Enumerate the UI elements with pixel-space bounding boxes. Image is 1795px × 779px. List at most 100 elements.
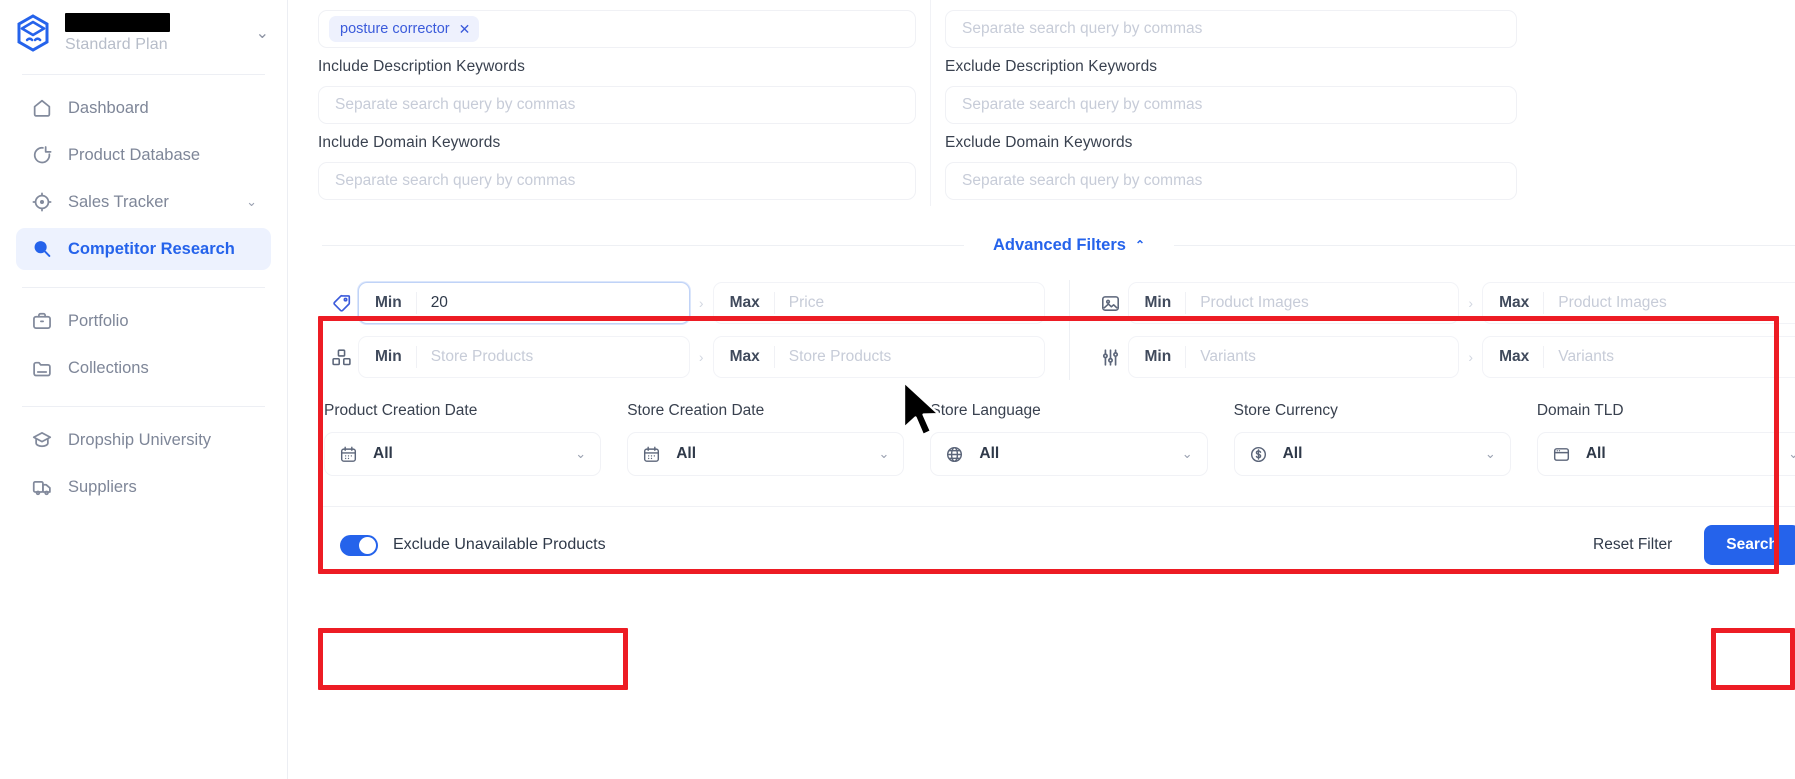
home-icon bbox=[30, 96, 54, 120]
keyword-chip[interactable]: posture corrector ✕ bbox=[329, 16, 480, 42]
field-label: Include Description Keywords bbox=[318, 58, 525, 75]
exclude-domain-keywords-input[interactable]: Separate search query by commas bbox=[945, 162, 1517, 200]
price-min-value: 20 bbox=[430, 294, 448, 311]
selected-value: All bbox=[1282, 445, 1303, 462]
chevron-up-icon: ⌃ bbox=[1134, 238, 1146, 252]
sidebar: Nexus Optim Standard Plan ⌄ Dashboard Pr… bbox=[0, 0, 288, 779]
store-creation-date-select[interactable]: All ⌄ bbox=[627, 432, 905, 476]
keyword-filters-grid: Include Title Keywords posture corrector… bbox=[304, 0, 1795, 210]
sidebar-item-label: Dropship University bbox=[68, 430, 212, 449]
exclude-description-keywords-input[interactable]: Separate search query by commas bbox=[945, 86, 1517, 124]
domain-tld-filter: Domain TLD All ⌄ bbox=[1536, 402, 1795, 476]
app-root: Nexus Optim Standard Plan ⌄ Dashboard Pr… bbox=[0, 0, 1795, 779]
product-creation-date-select[interactable]: All ⌄ bbox=[324, 432, 602, 476]
include-description-keywords-input[interactable]: Separate search query by commas bbox=[318, 86, 916, 124]
boxes-icon bbox=[324, 347, 358, 368]
sidebar-item-product-database[interactable]: Product Database bbox=[16, 134, 271, 176]
sidebar-item-label: Suppliers bbox=[68, 477, 137, 496]
min-label: Min bbox=[359, 346, 417, 368]
price-min-input[interactable]: Min 20 bbox=[358, 282, 690, 324]
sidebar-item-suppliers[interactable]: Suppliers bbox=[16, 466, 271, 508]
store-products-max-input[interactable]: Max Store Products bbox=[712, 336, 1045, 378]
field-label: Store Language bbox=[930, 402, 1041, 419]
min-label: Min bbox=[1129, 292, 1187, 314]
graduation-cap-icon bbox=[30, 428, 54, 452]
toggle-switch[interactable] bbox=[340, 534, 378, 556]
field-label: Exclude Domain Keywords bbox=[945, 134, 1133, 151]
browser-window-icon bbox=[1552, 445, 1574, 464]
advanced-filters-title: Advanced Filters bbox=[992, 235, 1126, 254]
profile-switcher[interactable]: Nexus Optim Standard Plan ⌄ bbox=[0, 0, 287, 66]
store-products-min-placeholder: Store Products bbox=[430, 348, 534, 365]
sidebar-item-sales-tracker[interactable]: Sales Tracker ⌄ bbox=[16, 181, 271, 223]
variants-max-input[interactable]: Max Variants bbox=[1482, 336, 1795, 378]
close-icon[interactable]: ✕ bbox=[459, 22, 471, 36]
calendar-icon bbox=[642, 445, 664, 464]
sidebar-item-portfolio[interactable]: Portfolio bbox=[16, 300, 271, 342]
max-label: Max bbox=[1483, 292, 1545, 314]
sidebar-divider bbox=[22, 74, 265, 75]
product-images-max-placeholder: Product Images bbox=[1558, 294, 1667, 311]
advanced-filters-toggle[interactable]: Advanced Filters ⌃ bbox=[982, 235, 1156, 255]
exclude-description-keywords-field: Exclude Description Keywords Separate se… bbox=[945, 58, 1517, 124]
min-label: Min bbox=[1129, 346, 1187, 368]
field-label: Include Domain Keywords bbox=[318, 134, 501, 151]
include-title-keywords-input[interactable]: posture corrector ✕ bbox=[318, 10, 916, 48]
reset-filter-button[interactable]: Reset Filter bbox=[1577, 526, 1689, 564]
range-column-left: Min 20 › Max Price Min Store Products › … bbox=[318, 276, 1051, 384]
chevron-down-icon[interactable]: ⌄ bbox=[249, 23, 269, 43]
field-label: Store Currency bbox=[1233, 402, 1338, 419]
target-icon bbox=[30, 190, 54, 214]
variants-min-input[interactable]: Min Variants bbox=[1127, 336, 1460, 378]
exclude-title-keywords-input[interactable]: Separate search query by commas bbox=[945, 10, 1517, 48]
app-logo-icon bbox=[14, 13, 52, 53]
exclude-domain-keywords-field: Exclude Domain Keywords Separate search … bbox=[945, 134, 1517, 200]
field-label: Store Creation Date bbox=[627, 402, 765, 419]
chevron-down-icon: ⌄ bbox=[575, 446, 587, 461]
sidebar-item-dashboard[interactable]: Dashboard bbox=[16, 87, 271, 129]
store-currency-filter: Store Currency All ⌄ bbox=[1233, 402, 1511, 476]
range-arrow-icon: › bbox=[698, 349, 704, 365]
filter-footer-bar: Exclude Unavailable Products Reset Filte… bbox=[318, 506, 1795, 583]
selected-value: All bbox=[1585, 445, 1606, 462]
calendar-icon bbox=[339, 445, 361, 464]
selected-value: All bbox=[676, 445, 697, 462]
domain-tld-select[interactable]: All ⌄ bbox=[1536, 432, 1795, 476]
profile-plan: Standard Plan bbox=[65, 35, 168, 53]
truck-icon bbox=[30, 475, 54, 499]
include-domain-keywords-field: Include Domain Keywords Separate search … bbox=[318, 134, 916, 200]
toggle-knob bbox=[359, 536, 376, 554]
chevron-down-icon[interactable]: ⌄ bbox=[246, 194, 257, 210]
field-label: Product Creation Date bbox=[324, 402, 478, 419]
globe-icon bbox=[945, 445, 967, 464]
store-products-range-row: Min Store Products › Max Store Products bbox=[324, 330, 1045, 384]
keyword-chip-label: posture corrector bbox=[340, 21, 450, 37]
profile-text: Nexus Optim Standard Plan bbox=[65, 12, 249, 54]
price-max-input[interactable]: Max Price bbox=[712, 282, 1045, 324]
sidebar-item-collections[interactable]: Collections bbox=[16, 347, 271, 389]
advanced-filters-section: Advanced Filters ⌃ Min 20 › Max Price Mi… bbox=[304, 224, 1795, 492]
sidebar-item-competitor-research[interactable]: Competitor Research bbox=[16, 228, 271, 270]
store-currency-select[interactable]: All ⌄ bbox=[1233, 432, 1511, 476]
store-language-select[interactable]: All ⌄ bbox=[930, 432, 1208, 476]
product-images-max-input[interactable]: Max Product Images bbox=[1482, 282, 1795, 324]
dropdown-filters-row: Product Creation Date All ⌄ Store Creati… bbox=[318, 384, 1795, 492]
store-creation-date-filter: Store Creation Date All ⌄ bbox=[627, 402, 905, 476]
exclude-unavailable-toggle[interactable]: Exclude Unavailable Products bbox=[340, 534, 606, 556]
include-domain-keywords-input[interactable]: Separate search query by commas bbox=[318, 162, 916, 200]
product-images-min-placeholder: Product Images bbox=[1200, 294, 1309, 311]
search-button[interactable]: Search bbox=[1704, 525, 1795, 565]
product-images-min-input[interactable]: Min Product Images bbox=[1127, 282, 1460, 324]
max-label: Max bbox=[714, 292, 775, 314]
product-creation-date-filter: Product Creation Date All ⌄ bbox=[324, 402, 602, 476]
sidebar-item-label: Collections bbox=[68, 358, 149, 377]
sidebar-item-dropship-university[interactable]: Dropship University bbox=[16, 419, 271, 461]
sliders-icon bbox=[1094, 347, 1128, 368]
chevron-down-icon: ⌄ bbox=[878, 446, 890, 461]
variants-min-placeholder: Variants bbox=[1200, 348, 1256, 365]
chevron-down-icon: ⌄ bbox=[1788, 446, 1795, 461]
store-products-min-input[interactable]: Min Store Products bbox=[358, 336, 690, 378]
variants-max-placeholder: Variants bbox=[1558, 348, 1614, 365]
max-label: Max bbox=[1483, 346, 1545, 368]
store-products-max-placeholder: Store Products bbox=[788, 348, 892, 365]
